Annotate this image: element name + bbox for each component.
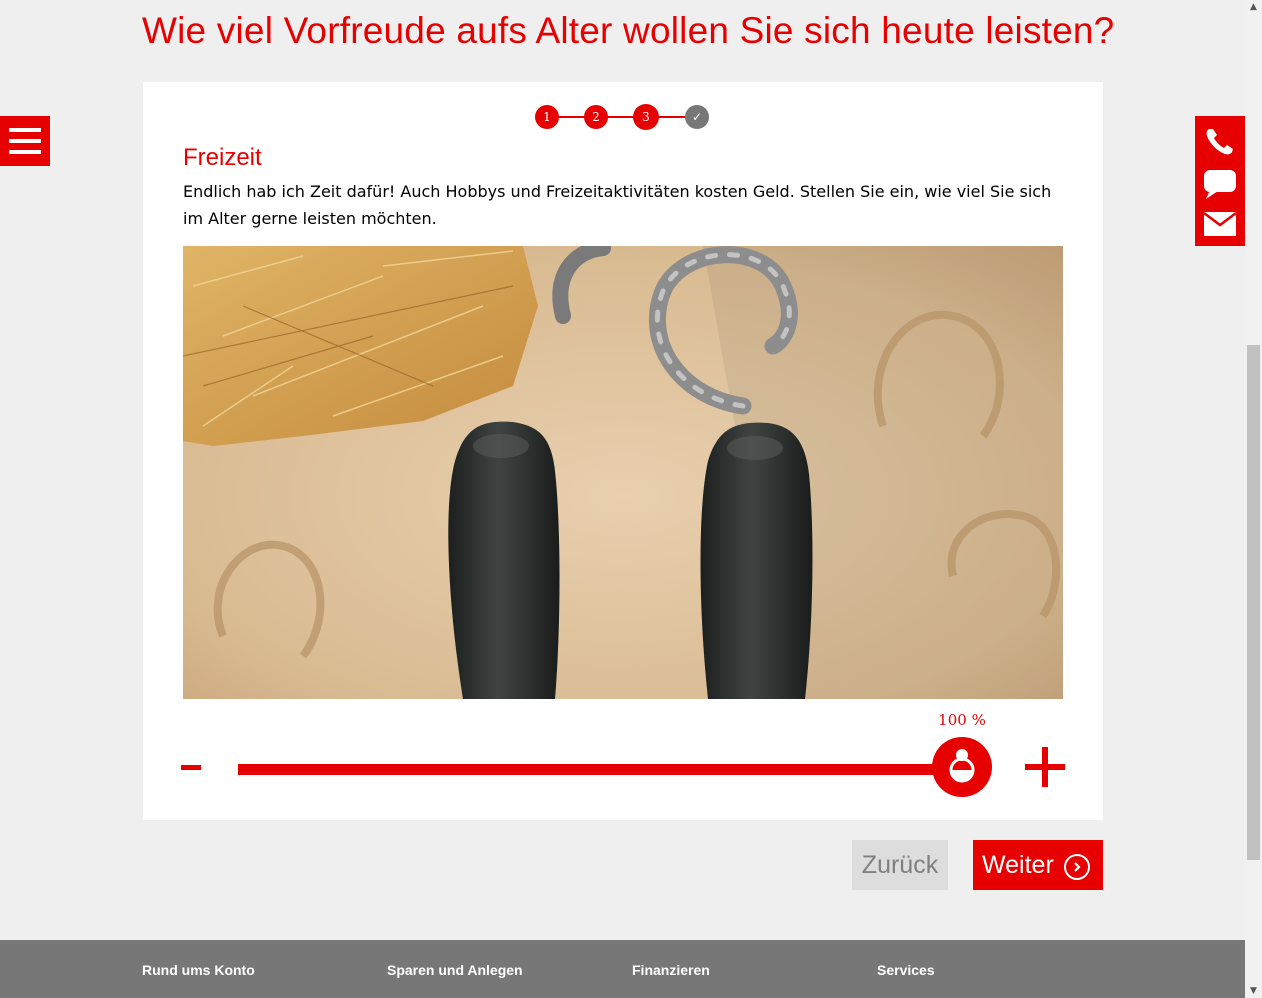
boots-horseshoes-photo bbox=[183, 246, 1063, 699]
step-done-check-icon: ✓ bbox=[685, 105, 709, 129]
chat-icon[interactable] bbox=[1202, 168, 1238, 200]
scrollbar-thumb[interactable] bbox=[1247, 345, 1260, 860]
back-button[interactable]: Zurück bbox=[852, 840, 948, 890]
step-2[interactable]: 2 bbox=[584, 105, 608, 129]
slider-value-label: 100 % bbox=[938, 711, 986, 729]
footer-column-konto[interactable]: Rund ums Konto bbox=[142, 962, 255, 978]
step-3[interactable]: 3 bbox=[633, 104, 659, 130]
section-description: Endlich hab ich Zeit dafür! Auch Hobbys … bbox=[183, 182, 1052, 228]
scroll-down-icon[interactable]: ▼ bbox=[1245, 984, 1262, 998]
chevron-right-icon bbox=[1063, 853, 1090, 880]
footer: Rund ums Konto Sparen und Anlegen Finanz… bbox=[0, 940, 1245, 998]
footer-column-finanzieren[interactable]: Finanzieren bbox=[632, 962, 710, 978]
mail-icon[interactable] bbox=[1203, 211, 1237, 237]
slider-handle[interactable] bbox=[932, 737, 992, 797]
decrease-button[interactable] bbox=[181, 765, 201, 770]
next-button[interactable]: Weiter bbox=[973, 840, 1103, 890]
increase-button[interactable] bbox=[1025, 747, 1065, 787]
phone-icon[interactable] bbox=[1203, 125, 1237, 157]
footer-column-services[interactable]: Services bbox=[877, 962, 935, 978]
hamburger-menu-icon bbox=[9, 128, 41, 132]
scroll-up-icon[interactable]: ▲ bbox=[1245, 0, 1262, 14]
smiley-icon bbox=[949, 749, 975, 783]
section-title: Freizeit bbox=[183, 144, 262, 171]
page-title: Wie viel Vorfreude aufs Alter wollen Sie… bbox=[142, 10, 1115, 51]
scrollbar[interactable]: ▲ ▼ bbox=[1245, 0, 1262, 998]
step-1[interactable]: 1 bbox=[535, 105, 559, 129]
footer-column-sparen[interactable]: Sparen und Anlegen bbox=[387, 962, 523, 978]
next-button-label: Weiter bbox=[982, 850, 1054, 879]
progress-stepper: 1 2 3 ✓ bbox=[535, 104, 715, 130]
hamburger-menu-button[interactable] bbox=[0, 116, 50, 166]
slider-track[interactable] bbox=[238, 764, 968, 775]
calculator-card: 1 2 3 ✓ Freizeit Endlich hab ich Zeit da… bbox=[143, 82, 1103, 820]
contact-bar bbox=[1195, 116, 1245, 246]
